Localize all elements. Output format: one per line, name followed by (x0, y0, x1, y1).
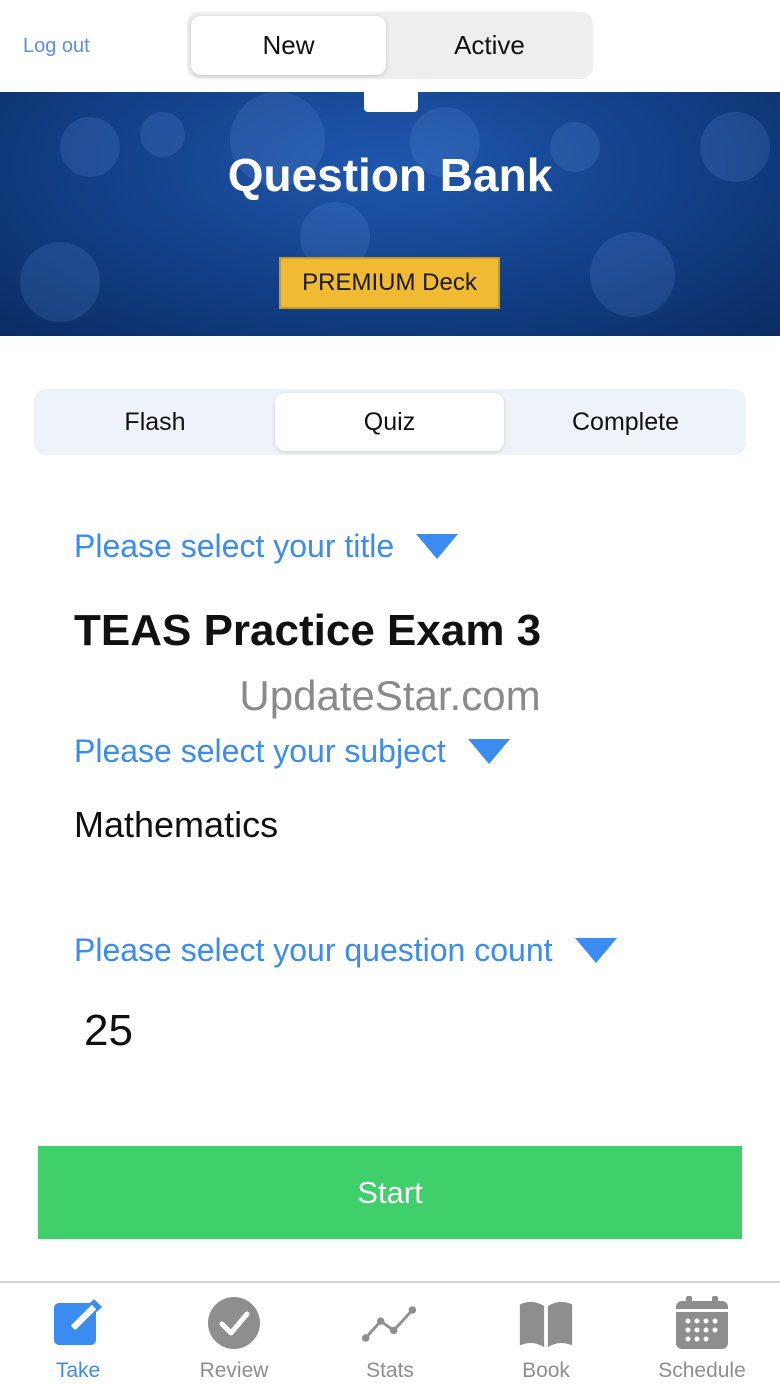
question-bank-banner: Question Bank PREMIUM Deck (0, 92, 780, 336)
question-count-dropdown-label: Please select your question count (74, 932, 553, 968)
selected-question-count-value: 25 (84, 1006, 133, 1055)
calendar-icon (674, 1295, 730, 1351)
bottom-tab-bar: Take Review Stats Book Schedule (0, 1281, 780, 1387)
start-button[interactable]: Start (38, 1146, 742, 1239)
title-dropdown[interactable]: Please select your title (74, 528, 459, 565)
check-circle-icon (206, 1295, 262, 1351)
title-dropdown-label: Please select your title (74, 528, 395, 564)
tab-flash[interactable]: Flash (38, 393, 272, 451)
banner-bokeh (20, 242, 100, 322)
mode-segmented-control: Flash Quiz Complete (34, 389, 746, 455)
tab-stats[interactable]: Stats (312, 1295, 468, 1385)
banner-bokeh (590, 232, 675, 317)
premium-deck-badge: PREMIUM Deck (279, 257, 500, 309)
page-title: Question Bank (227, 149, 553, 201)
segment-new[interactable]: New (191, 16, 386, 75)
open-book-icon (518, 1295, 574, 1351)
dropdown-triangle-icon (467, 739, 510, 764)
tab-schedule[interactable]: Schedule (624, 1295, 780, 1385)
dropdown-triangle-icon (574, 938, 617, 963)
tab-review-label: Review (199, 1359, 269, 1382)
tab-stats-label: Stats (366, 1359, 414, 1382)
line-stats-icon (362, 1295, 418, 1351)
subject-dropdown[interactable]: Please select your subject (74, 733, 510, 770)
watermark: UpdateStar.com (239, 672, 541, 719)
dropdown-triangle-icon (416, 534, 459, 559)
tab-complete[interactable]: Complete (509, 393, 742, 451)
new-active-segmented-control: New Active (187, 12, 593, 79)
tab-quiz[interactable]: Quiz (275, 393, 504, 451)
top-bar: Log out New Active (0, 0, 780, 92)
tab-review[interactable]: Review (156, 1295, 312, 1385)
logout-link[interactable]: Log out (23, 35, 90, 58)
tab-take[interactable]: Take (0, 1295, 156, 1385)
subject-dropdown-label: Please select your subject (74, 733, 446, 769)
question-count-dropdown[interactable]: Please select your question count (74, 932, 617, 969)
tab-book[interactable]: Book (468, 1295, 624, 1385)
drag-handle[interactable] (364, 92, 418, 112)
tab-schedule-label: Schedule (658, 1359, 746, 1382)
selected-subject-value: Mathematics (74, 804, 279, 845)
selected-title-value: TEAS Practice Exam 3 (74, 606, 542, 655)
pencil-square-icon (50, 1295, 106, 1351)
tab-take-label: Take (55, 1359, 101, 1382)
segment-active[interactable]: Active (390, 16, 589, 75)
tab-book-label: Book (522, 1359, 570, 1382)
